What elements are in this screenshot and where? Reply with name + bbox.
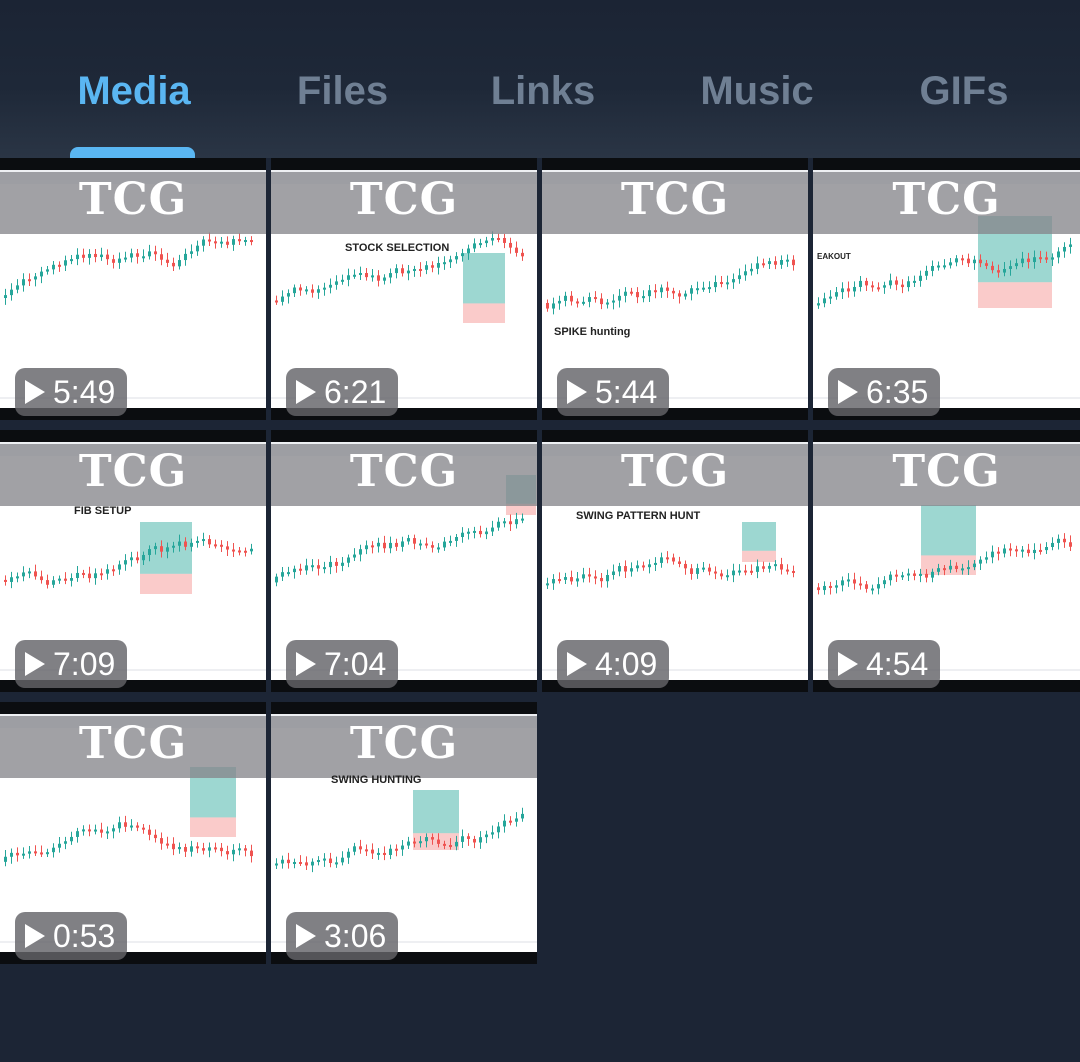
media-thumbnail[interactable]: TCG EAKOUT 6:35 bbox=[813, 158, 1080, 420]
watermark-logo: TCG bbox=[78, 174, 188, 225]
duration-badge: 6:35 bbox=[828, 368, 941, 416]
duration-badge: 6:21 bbox=[286, 368, 399, 416]
play-icon bbox=[25, 652, 45, 676]
duration-badge: 7:04 bbox=[286, 640, 399, 688]
media-thumbnail[interactable]: TCG 7:04 bbox=[271, 430, 537, 692]
media-thumbnail[interactable]: TCG STOCK SELECTION 6:21 bbox=[271, 158, 537, 420]
media-thumbnail[interactable]: TCG SWING HUNTING 3:06 bbox=[271, 702, 537, 964]
media-thumbnail[interactable]: TCG FIB SETUP 7:09 bbox=[0, 430, 266, 692]
watermark-logo: TCG bbox=[78, 718, 188, 769]
watermark-logo: TCG bbox=[78, 446, 188, 497]
media-thumbnail[interactable]: TCG 4:54 bbox=[813, 430, 1080, 692]
chart-caption: STOCK SELECTION bbox=[345, 242, 450, 254]
tab-media[interactable]: Media bbox=[70, 68, 198, 118]
duration-label: 4:09 bbox=[595, 646, 658, 682]
tab-gifs[interactable]: GIFs bbox=[908, 68, 1020, 118]
media-thumbnail[interactable]: TCG 0:53 bbox=[0, 702, 266, 964]
duration-label: 6:35 bbox=[866, 374, 929, 410]
chart-caption: EAKOUT bbox=[817, 252, 851, 261]
tab-files[interactable]: Files bbox=[285, 68, 400, 118]
play-icon bbox=[25, 380, 45, 404]
duration-badge: 4:09 bbox=[557, 640, 670, 688]
media-thumbnail[interactable]: TCG SPIKE hunting 5:44 bbox=[542, 158, 808, 420]
play-icon bbox=[567, 380, 587, 404]
chart-caption: SPIKE hunting bbox=[554, 326, 631, 338]
watermark-logo: TCG bbox=[620, 446, 730, 497]
duration-badge: 5:44 bbox=[557, 368, 670, 416]
play-icon bbox=[838, 652, 858, 676]
tab-music[interactable]: Music bbox=[690, 68, 824, 118]
chart-caption: SWING HUNTING bbox=[331, 774, 422, 786]
duration-label: 4:54 bbox=[866, 646, 929, 682]
watermark-logo: TCG bbox=[349, 718, 459, 769]
tab-links[interactable]: Links bbox=[482, 68, 604, 118]
watermark-logo: TCG bbox=[620, 174, 730, 225]
duration-badge: 0:53 bbox=[15, 912, 128, 960]
chart-caption: FIB SETUP bbox=[74, 505, 132, 517]
chart-caption: SWING PATTERN HUNT bbox=[576, 510, 701, 522]
duration-label: 6:21 bbox=[324, 374, 387, 410]
media-thumbnail[interactable]: TCG SWING PATTERN HUNT 4:09 bbox=[542, 430, 808, 692]
watermark-logo: TCG bbox=[892, 174, 1001, 225]
media-grid: TCG 5:49 TCG STOCK SELECTION 6:21 TCG SP… bbox=[0, 158, 1080, 1062]
duration-label: 0:53 bbox=[53, 918, 116, 954]
duration-label: 7:04 bbox=[324, 646, 387, 682]
play-icon bbox=[567, 652, 587, 676]
play-icon bbox=[296, 924, 316, 948]
duration-badge: 3:06 bbox=[286, 912, 399, 960]
duration-badge: 7:09 bbox=[15, 640, 128, 688]
play-icon bbox=[296, 380, 316, 404]
play-icon bbox=[838, 380, 858, 404]
duration-label: 3:06 bbox=[324, 918, 387, 954]
watermark-logo: TCG bbox=[349, 174, 459, 225]
play-icon bbox=[296, 652, 316, 676]
watermark-logo: TCG bbox=[892, 446, 1001, 497]
media-thumbnail[interactable]: TCG 5:49 bbox=[0, 158, 266, 420]
tab-bar: Media Files Links Music GIFs bbox=[0, 0, 1080, 161]
watermark-logo: TCG bbox=[349, 446, 459, 497]
duration-badge: 5:49 bbox=[15, 368, 128, 416]
duration-badge: 4:54 bbox=[828, 640, 941, 688]
duration-label: 5:49 bbox=[53, 374, 116, 410]
play-icon bbox=[25, 924, 45, 948]
duration-label: 7:09 bbox=[53, 646, 116, 682]
duration-label: 5:44 bbox=[595, 374, 658, 410]
